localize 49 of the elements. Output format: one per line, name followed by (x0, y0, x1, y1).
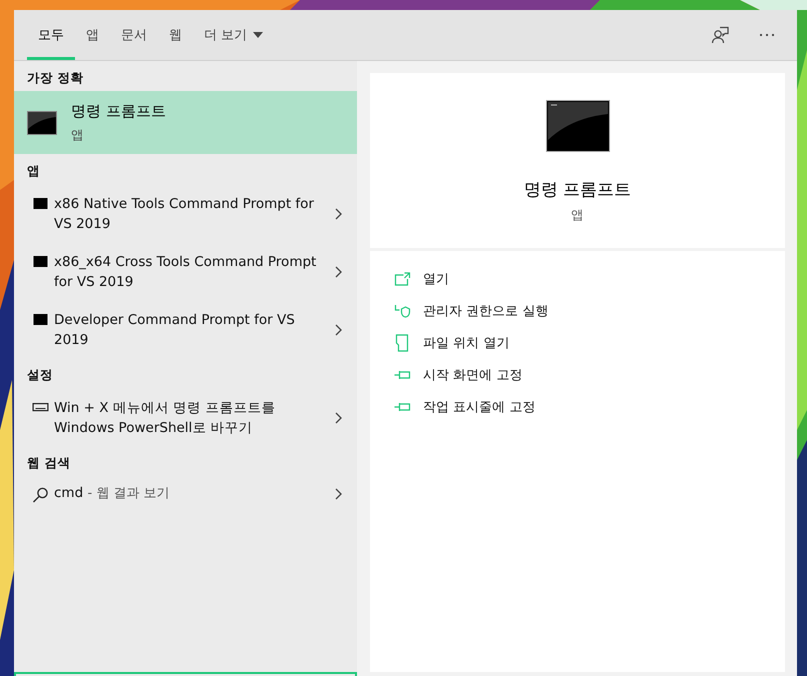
chevron-right-icon[interactable] (335, 266, 342, 278)
feedback-icon[interactable] (711, 26, 729, 44)
section-heading: 웹 검색 (26, 454, 72, 472)
best-match-title: 명령 프롬프트 (71, 102, 166, 120)
shield-icon (394, 304, 411, 318)
search-field[interactable] (14, 672, 357, 676)
result-text: Win + X 메뉴에서 명령 프롬프트를 Windows PowerShell로 바꾸기 (54, 399, 276, 438)
pin-icon (394, 370, 411, 380)
section-heading: 설정 (26, 366, 54, 384)
caret-icon (253, 32, 264, 38)
chevron-right-icon[interactable] (335, 488, 342, 500)
open-icon (394, 272, 411, 286)
result-item[interactable]: Win + X 메뉴에서 명령 프롬프트를 Windows PowerShell로 바꾸기 (14, 388, 357, 446)
more-icon[interactable] (759, 33, 775, 37)
app-type: 앱 (571, 207, 584, 224)
tab[interactable]: 앱 (75, 10, 110, 60)
section-heading: 가장 정확 (26, 69, 84, 87)
chevron-right-icon[interactable] (335, 324, 342, 336)
section-heading: 앱 (26, 162, 41, 180)
tab[interactable]: 문서 (110, 10, 158, 60)
best-match-subtitle: 앱 (71, 126, 85, 144)
action-label: 열기 (423, 270, 449, 288)
result-text: x86_x64 Cross Tools Command Prompt for VS 2019 (54, 253, 318, 292)
action-label: 작업 표시줄에 고정 (423, 398, 536, 416)
result-text: Developer Command Prompt for VS 2019 (54, 311, 296, 350)
pin-icon (394, 402, 411, 412)
action-item[interactable]: 관리자 권한으로 실행 (394, 301, 785, 320)
tab[interactable]: 웹 (158, 10, 193, 60)
result-item[interactable]: Developer Command Prompt for VS 2019 (14, 300, 357, 358)
chevron-right-icon[interactable] (335, 412, 342, 424)
result-item[interactable]: x86 Native Tools Command Prompt for VS 2019 (14, 184, 357, 242)
action-item[interactable]: 작업 표시줄에 고정 (394, 397, 785, 416)
result-text: x86 Native Tools Command Prompt for VS 2019 (54, 195, 315, 234)
terminal-icon (27, 110, 57, 134)
app-title: 명령 프롬프트 (524, 179, 632, 201)
file-icon (394, 334, 411, 352)
result-item[interactable]: x86_x64 Cross Tools Command Prompt for VS 2019 (14, 242, 357, 300)
chevron-right-icon[interactable] (335, 208, 342, 220)
action-label: 시작 화면에 고정 (423, 366, 522, 384)
result-text: cmd - 웹 결과 보기 (54, 484, 171, 503)
terminal-icon (546, 100, 610, 152)
action-item[interactable]: 열기 (394, 269, 785, 288)
action-item[interactable]: 시작 화면에 고정 (394, 365, 785, 384)
result-item[interactable]: cmd - 웹 결과 보기 (14, 476, 357, 512)
best-match-item[interactable]: 명령 프롬프트 앱 (14, 91, 357, 154)
action-item[interactable]: 파일 위치 열기 (394, 333, 785, 352)
more-dropdown[interactable]: 더 보기 (193, 10, 274, 60)
action-label: 파일 위치 열기 (423, 334, 510, 352)
action-label: 관리자 권한으로 실행 (423, 302, 548, 320)
